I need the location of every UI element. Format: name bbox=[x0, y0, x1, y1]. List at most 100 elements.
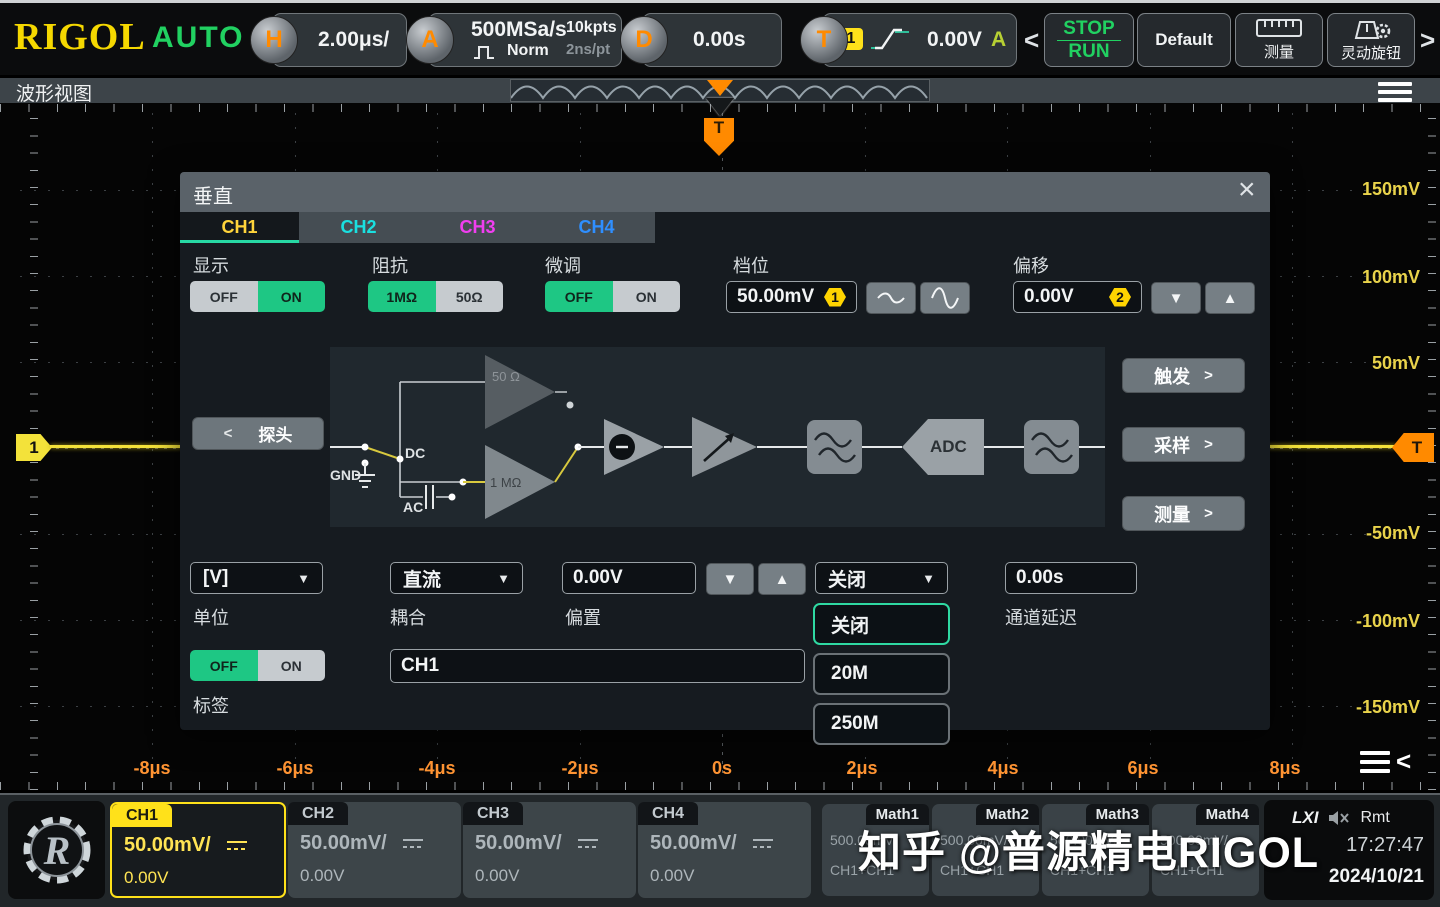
scale-label: 档位 bbox=[733, 252, 769, 278]
tab-ch4[interactable]: CH4 bbox=[537, 212, 656, 243]
tag-toggle[interactable]: OFF ON bbox=[190, 650, 325, 681]
time-label: 2μs bbox=[827, 758, 897, 779]
rising-edge-icon bbox=[869, 22, 911, 58]
delay-field[interactable]: 0.00s bbox=[1005, 562, 1137, 594]
dialog-header[interactable]: 垂直 × bbox=[180, 172, 1270, 212]
stop-run-button[interactable]: STOP RUN bbox=[1044, 13, 1134, 67]
offset-value: 0.00V bbox=[1024, 286, 1074, 308]
sample-side-label: 采样 bbox=[1154, 432, 1190, 458]
tab-ch3[interactable]: CH3 bbox=[418, 212, 537, 243]
tag-off[interactable]: OFF bbox=[190, 650, 258, 681]
trigger-sweep: A bbox=[991, 28, 1006, 52]
bias-up-button[interactable]: ▲ bbox=[758, 563, 806, 595]
fine-off[interactable]: OFF bbox=[545, 281, 613, 312]
probe-label: 探头 bbox=[258, 421, 292, 446]
impedance-50[interactable]: 50Ω bbox=[436, 281, 504, 312]
dc-coupling-icon bbox=[578, 838, 598, 850]
offset-label: 偏移 bbox=[1013, 252, 1049, 278]
impedance-toggle[interactable]: 1MΩ 50Ω bbox=[368, 281, 503, 312]
offset-field[interactable]: 0.00V 2 bbox=[1013, 281, 1142, 313]
display-on[interactable]: ON bbox=[258, 281, 326, 312]
toolbar-next-icon[interactable]: > bbox=[1420, 25, 1435, 56]
display-toggle[interactable]: OFF ON bbox=[190, 281, 325, 312]
coupling-value: 直流 bbox=[403, 565, 441, 592]
ch1-tab: CH1 bbox=[112, 804, 172, 827]
acquisition-box[interactable]: 500MSa/s Norm 10kpts 2ns/pt bbox=[428, 13, 622, 67]
impedance-1m[interactable]: 1MΩ bbox=[368, 281, 436, 312]
acq-mode: Norm bbox=[507, 42, 549, 60]
bandwidth-option-20m[interactable]: 20M bbox=[813, 653, 950, 695]
bandwidth-option-off[interactable]: 关闭 bbox=[813, 603, 950, 645]
viewbar-menu-icon[interactable] bbox=[1378, 82, 1412, 102]
offset-up-button[interactable]: ▲ bbox=[1205, 282, 1255, 314]
channel1-marker[interactable]: 1 bbox=[16, 434, 52, 461]
fine-toggle[interactable]: OFF ON bbox=[545, 281, 680, 312]
scale-large-wave-button[interactable] bbox=[920, 282, 970, 314]
display-label: 显示 bbox=[193, 252, 229, 278]
grid-menu-icon[interactable]: < bbox=[1360, 746, 1411, 777]
scale-field[interactable]: 50.00mV 1 bbox=[726, 281, 857, 313]
probe-button[interactable]: < 探头 bbox=[192, 417, 324, 450]
tab-ch2[interactable]: CH2 bbox=[299, 212, 418, 243]
channel-card-ch1[interactable]: CH1 50.00mV/ 0.00V bbox=[110, 802, 286, 898]
measure-label: 测量 bbox=[1264, 41, 1294, 62]
preview-trigger-marker[interactable] bbox=[707, 80, 733, 96]
ruler-icon bbox=[1256, 18, 1302, 38]
voltage-label: -50mV bbox=[1330, 523, 1420, 544]
acquire-knob[interactable]: A bbox=[406, 16, 454, 64]
channel-card-ch2[interactable]: CH2 50.00mV/ 0.00V bbox=[288, 802, 461, 898]
toolbar-prev-icon[interactable]: < bbox=[1024, 25, 1039, 56]
tag-on[interactable]: ON bbox=[258, 650, 326, 681]
measure-button[interactable]: 测量 bbox=[1235, 13, 1323, 67]
oscilloscope-screen: RIGOL AUTO 2.00μs/ H 500MSa/s Norm 10kpt… bbox=[0, 0, 1440, 907]
speaker-muted-icon bbox=[1328, 810, 1350, 826]
time-label: 0s bbox=[687, 758, 757, 779]
flex-knob-button[interactable]: 灵动旋钮 bbox=[1327, 13, 1415, 67]
gridline bbox=[1292, 113, 1293, 773]
tag-text-input[interactable]: CH1 bbox=[390, 649, 805, 683]
bias-label: 偏置 bbox=[565, 604, 601, 630]
fine-on[interactable]: ON bbox=[613, 281, 681, 312]
measure-side-button[interactable]: 测量 > bbox=[1122, 496, 1245, 531]
voltage-label: 150mV bbox=[1330, 179, 1420, 200]
channel-card-ch3[interactable]: CH3 50.00mV/ 0.00V bbox=[463, 802, 636, 898]
channel-card-ch4[interactable]: CH4 50.00mV/ 0.00V bbox=[638, 802, 811, 898]
trigger-knob[interactable]: T bbox=[800, 16, 848, 64]
ch4-scale: 50.00mV/ bbox=[650, 832, 737, 855]
ch2-offset: 0.00V bbox=[300, 866, 344, 886]
sample-side-button[interactable]: 采样 > bbox=[1122, 427, 1245, 462]
display-off[interactable]: OFF bbox=[190, 281, 258, 312]
voltage-label: -100mV bbox=[1330, 611, 1420, 632]
dc-label: DC bbox=[405, 445, 425, 461]
chevron-right-icon: > bbox=[1204, 505, 1213, 522]
rigol-gear-logo[interactable]: R bbox=[8, 801, 105, 899]
tab-ch1[interactable]: CH1 bbox=[180, 212, 299, 243]
trigger-side-button[interactable]: 触发 > bbox=[1122, 358, 1245, 393]
ch4-tab: CH4 bbox=[638, 802, 698, 825]
trigger-level-marker[interactable]: T bbox=[1392, 433, 1434, 462]
delay-knob[interactable]: D bbox=[620, 16, 668, 64]
channel-tabs: CH1 CH2 CH3 CH4 bbox=[180, 212, 655, 243]
bandwidth-option-250m[interactable]: 250M bbox=[813, 703, 950, 745]
measure-side-label: 测量 bbox=[1154, 501, 1190, 527]
delay-value: 0.00s bbox=[693, 28, 781, 52]
trigger-box[interactable]: 1 0.00V A bbox=[822, 13, 1017, 67]
dc-coupling-icon bbox=[753, 838, 773, 850]
run-label: RUN bbox=[1068, 42, 1109, 62]
time-label: 6μs bbox=[1108, 758, 1178, 779]
bias-down-button[interactable]: ▼ bbox=[706, 563, 754, 595]
trigger-position-flag[interactable]: T bbox=[704, 118, 734, 156]
bandwidth-dropdown[interactable]: 关闭 ▼ bbox=[815, 562, 948, 594]
default-button[interactable]: Default bbox=[1137, 13, 1231, 67]
bias-field[interactable]: 0.00V bbox=[562, 562, 696, 594]
coupling-dropdown[interactable]: 直流 ▼ bbox=[390, 562, 523, 594]
tag-label: 标签 bbox=[193, 692, 229, 718]
default-label: Default bbox=[1155, 30, 1213, 50]
ac-label: AC bbox=[403, 499, 423, 515]
scale-small-wave-button[interactable] bbox=[866, 282, 916, 314]
svg-text:R: R bbox=[42, 828, 70, 873]
offset-down-button[interactable]: ▼ bbox=[1151, 282, 1201, 314]
horizontal-knob[interactable]: H bbox=[250, 16, 298, 64]
unit-dropdown[interactable]: [V] ▼ bbox=[190, 562, 323, 594]
close-icon[interactable]: × bbox=[1238, 177, 1256, 203]
